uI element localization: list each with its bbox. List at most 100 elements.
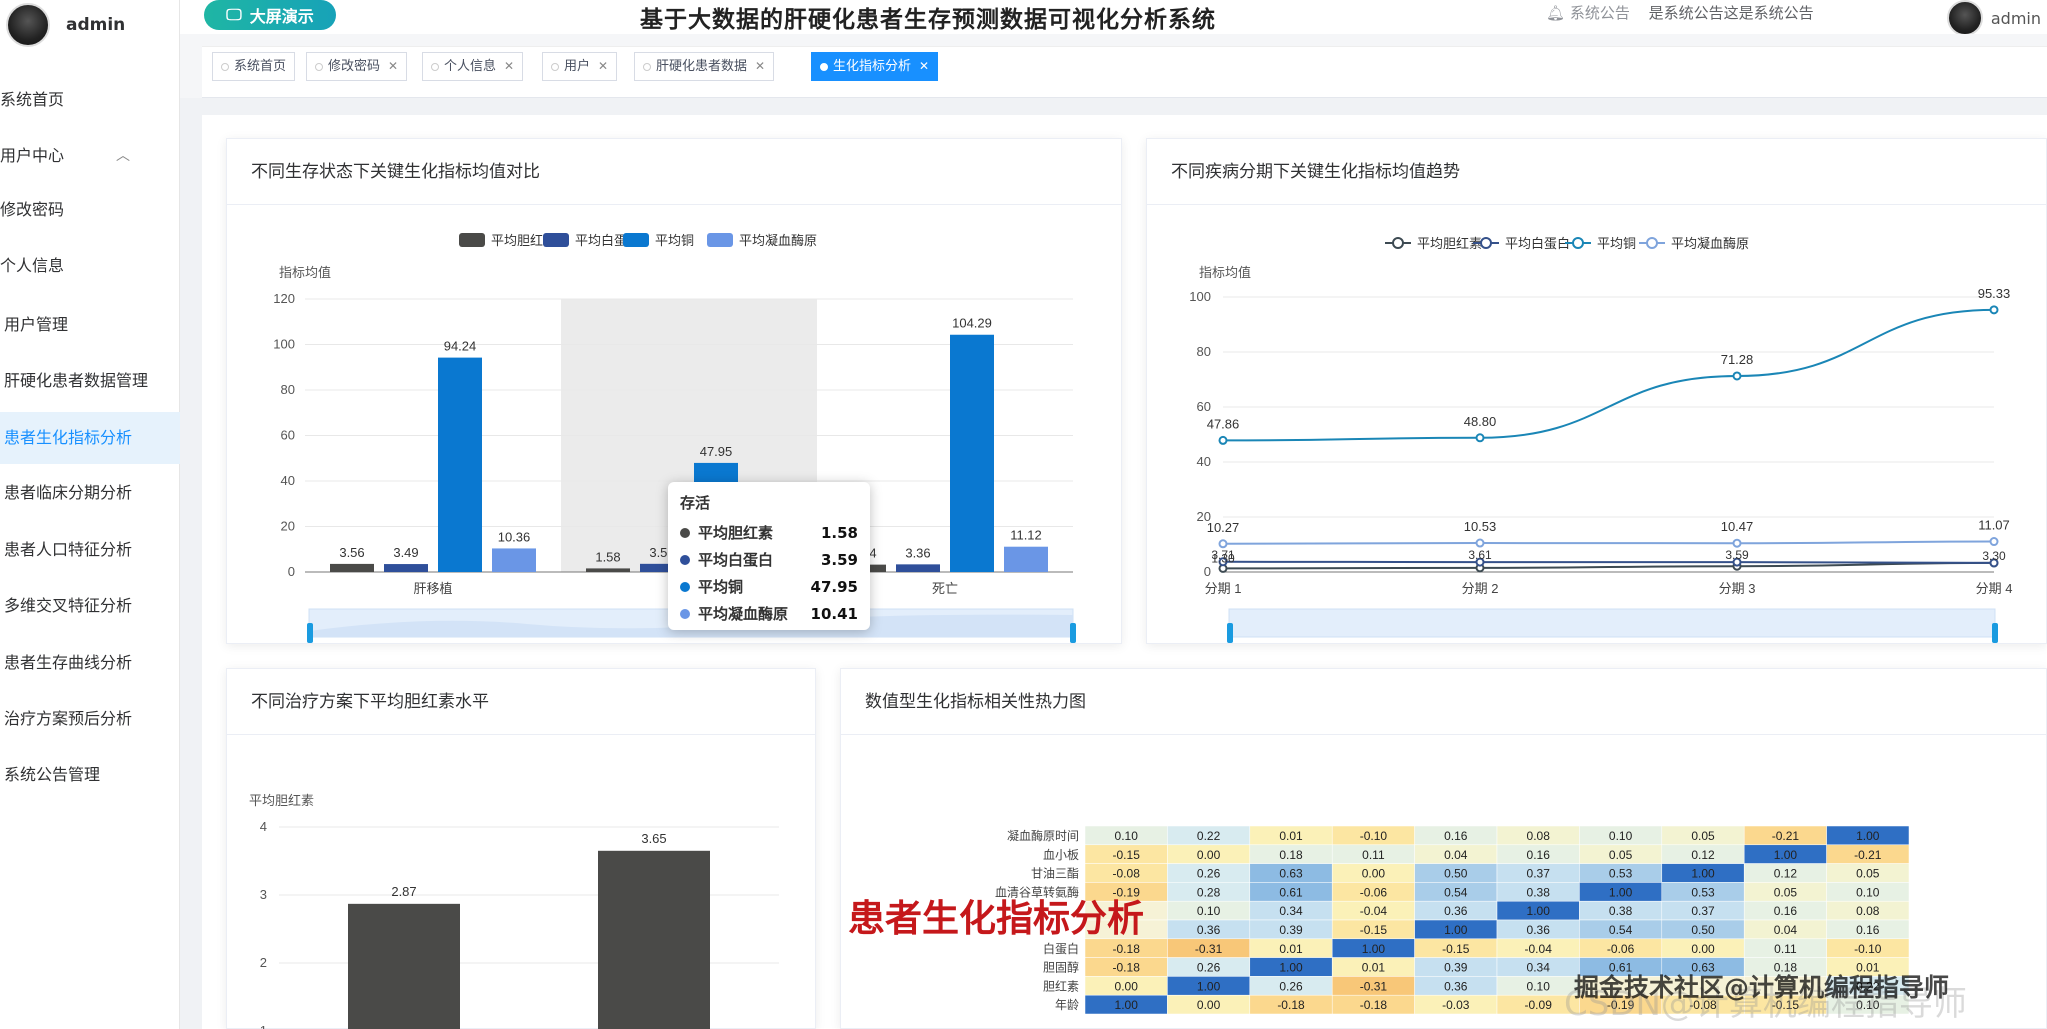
bar-value-label: 3.56: [339, 545, 364, 560]
cell-label: 0.53: [1691, 885, 1715, 899]
sidebar-item-biochem[interactable]: 患者生化指标分析: [0, 412, 180, 464]
bar-value-label: 94.24: [444, 339, 477, 354]
cell-label: 0.00: [1362, 867, 1386, 881]
cell-label: 0.00: [1197, 848, 1221, 862]
x-tick-label: 分期 1: [1205, 581, 1242, 596]
sidebar-item-label: 修改密码: [0, 200, 65, 219]
tags-view: 系统首页 修改密码 ✕ 个人信息 ✕ 用户 ✕ 肝硬化患者数据 ✕ 生化指标分析 ✕: [180, 34, 2047, 98]
close-icon[interactable]: ✕: [504, 59, 514, 73]
avatar[interactable]: [1946, 0, 1983, 36]
legend-marker: [1572, 237, 1584, 249]
sidebar-item-stage[interactable]: 患者临床分期分析: [0, 467, 180, 519]
data-point: [1989, 305, 1999, 315]
sidebar-item-change-password[interactable]: 修改密码: [0, 184, 180, 236]
notice-bar[interactable]: 🔔︎ 系统公告 是系统公告这是系统公告: [1546, 2, 1814, 23]
sidebar-item-demographic[interactable]: 患者人口特征分析: [0, 524, 180, 576]
line-chart-stage[interactable]: 平均胆红素 平均白蛋白 平均铜 平均凝血酶原指标均值020406080100分期 1分…: [1147, 139, 2047, 645]
sidebar-item-label: 肝硬化患者数据管理: [4, 371, 149, 390]
cell-label: 0.61: [1279, 885, 1303, 899]
data-label: 3.59: [1725, 548, 1749, 562]
cell-label: 0.16: [1444, 829, 1468, 843]
sidebar-item-patient-data[interactable]: 肝硬化患者数据管理: [0, 355, 180, 407]
cell-label: 1.00: [1856, 829, 1880, 843]
y-axis-label: 指标均值: [279, 265, 331, 280]
data-label: 1.30: [1211, 551, 1235, 565]
cell-label: -0.04: [1525, 942, 1553, 956]
tag-label: 肝硬化患者数据: [656, 59, 748, 74]
sidebar: admin 系统首页 用户中心 ︿ 修改密码 个人信息 用户管理 肝硬化患者数据管…: [0, 0, 180, 1029]
sidebar-item-user-center[interactable]: 用户中心 ︿: [0, 130, 180, 182]
cell-label: 1.00: [1362, 942, 1386, 956]
cell-label: 1.00: [1444, 923, 1468, 937]
sidebar-item-survival[interactable]: 患者生存曲线分析: [0, 637, 180, 689]
tag-change-password[interactable]: 修改密码 ✕: [306, 52, 408, 81]
sidebar-item-users[interactable]: 用户管理: [0, 299, 180, 351]
data-point: [1732, 371, 1742, 381]
sidebar-item-notice[interactable]: 系统公告管理: [0, 749, 180, 801]
tag-users[interactable]: 用户 ✕: [542, 52, 618, 81]
cell-label: 0.16: [1856, 923, 1880, 937]
data-point: [1989, 537, 1999, 547]
data-point: [1732, 538, 1742, 548]
cell-label: 1.00: [1774, 848, 1798, 862]
bar-value-label: 10.36: [498, 529, 531, 544]
data-label: 71.28: [1721, 352, 1754, 367]
cell-label: 0.39: [1444, 961, 1468, 975]
close-icon[interactable]: ✕: [388, 59, 398, 73]
cell-label: -0.15: [1360, 923, 1388, 937]
legend-marker: [1480, 237, 1492, 249]
row-label: 血小板: [1043, 848, 1079, 862]
sidebar-item-home[interactable]: 系统首页: [0, 74, 180, 126]
y-tick-label: 120: [273, 291, 295, 306]
series-line: [1222, 540, 1995, 545]
cell-label: 0.38: [1527, 885, 1551, 899]
cell-label: 0.63: [1279, 867, 1303, 881]
close-icon[interactable]: ✕: [598, 59, 608, 73]
dot-icon: [551, 62, 559, 71]
tag-profile[interactable]: 个人信息 ✕: [422, 52, 524, 81]
bar: [330, 563, 374, 572]
close-icon[interactable]: ✕: [755, 59, 765, 73]
y-axis-label: 平均胆红素: [249, 793, 314, 808]
cell-label: -0.08: [1113, 867, 1141, 881]
sidebar-item-label: 用户管理: [4, 315, 69, 334]
x-tick-label: 肝移植: [413, 581, 452, 596]
top-header: 🖵 大屏演示 基于大数据的肝硬化患者生存预测数据可视化分析系统 🔔︎ 系统公告 …: [180, 0, 2047, 36]
sidebar-item-treatment[interactable]: 治疗方案预后分析: [0, 693, 180, 745]
cell-label: 0.05: [1691, 829, 1715, 843]
cell-label: 0.12: [1691, 848, 1715, 862]
bar: [492, 548, 536, 572]
row-label: 白蛋白: [1043, 941, 1079, 956]
bar-value-label: 1.58: [595, 549, 620, 564]
big-screen-button[interactable]: 🖵 大屏演示: [204, 0, 336, 30]
avatar[interactable]: [6, 3, 50, 47]
row-label: 年龄: [1055, 998, 1079, 1012]
cell-label: 0.37: [1691, 904, 1715, 918]
cell-label: 0.36: [1444, 904, 1468, 918]
zoom-handle-left: [307, 623, 313, 643]
tag-home[interactable]: 系统首页: [212, 52, 296, 81]
y-tick-label: 60: [1197, 399, 1211, 414]
cell-label: 0.00: [1115, 979, 1139, 993]
bar: [598, 850, 710, 1029]
data-point: [1218, 539, 1228, 549]
cell-label: 0.10: [1527, 979, 1551, 993]
cell-label: -0.31: [1360, 979, 1388, 993]
cell-label: 0.18: [1279, 848, 1303, 862]
legend-marker: [1646, 237, 1658, 249]
sidebar-item-profile[interactable]: 个人信息: [0, 240, 180, 292]
y-tick-label: 60: [281, 428, 295, 443]
bar: [348, 903, 460, 1029]
y-tick-label: 100: [1189, 289, 1211, 304]
cell-label: 0.10: [1197, 904, 1221, 918]
tag-biochem[interactable]: 生化指标分析 ✕: [811, 52, 939, 81]
tag-patient-data[interactable]: 肝硬化患者数据 ✕: [634, 52, 775, 81]
close-icon[interactable]: ✕: [919, 59, 929, 73]
bar-chart-treatment[interactable]: 平均胆红素 1 2 3 4 2.87 3.65: [227, 669, 817, 1029]
header-user[interactable]: admin: [1946, 0, 2041, 36]
sidebar-item-label: 患者生化指标分析: [4, 428, 133, 447]
sidebar-item-cross[interactable]: 多维交叉特征分析: [0, 580, 180, 632]
sidebar-item-label: 患者生存曲线分析: [4, 653, 133, 672]
bar: [1004, 546, 1048, 572]
sidebar-item-label: 系统首页: [0, 90, 65, 109]
